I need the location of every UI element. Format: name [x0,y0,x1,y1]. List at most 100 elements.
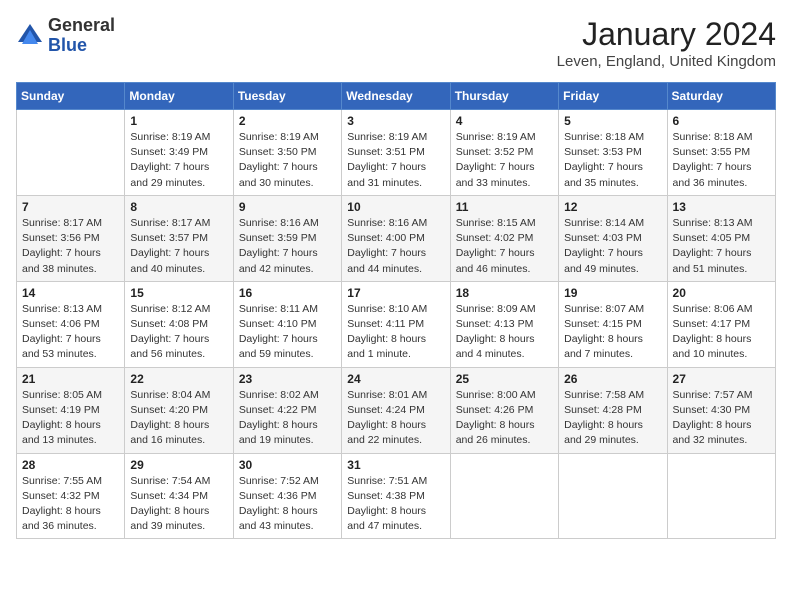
calendar-cell: 1Sunrise: 8:19 AM Sunset: 3:49 PM Daylig… [125,110,233,196]
day-number: 27 [673,372,770,386]
calendar-cell: 14 Sunrise: 8:13 AM Sunset: 4:06 PM Dayli… [17,281,125,367]
calendar-cell: 4 Sunrise: 8:19 AM Sunset: 3:52 PM Daylig… [450,110,558,196]
day-info: Sunrise: 8:17 AM Sunset: 3:56 PM Dayligh… [22,216,119,277]
day-number: 7 [22,200,119,214]
day-number: 22 [130,372,227,386]
calendar-cell: 25 Sunrise: 8:00 AM Sunset: 4:26 PM Dayli… [450,367,558,453]
day-info: Sunrise: 8:13 AM Sunset: 4:06 PM Dayligh… [22,302,119,363]
day-number: 29 [130,458,227,472]
day-number: 31 [347,458,444,472]
day-number: 9 [239,200,336,214]
day-info: Sunrise: 8:15 AM Sunset: 4:02 PM Dayligh… [456,216,553,277]
day-number: 24 [347,372,444,386]
day-info: Sunrise: 7:51 AM Sunset: 4:38 PM Dayligh… [347,474,444,535]
calendar-cell: 31 Sunrise: 7:51 AM Sunset: 4:38 PM Dayli… [342,453,450,539]
day-info: Sunrise: 8:16 AM Sunset: 4:00 PM Dayligh… [347,216,444,277]
logo: General Blue [16,16,115,56]
calendar-cell: 5Sunrise: 8:18 AM Sunset: 3:53 PM Daylig… [559,110,667,196]
day-number: 21 [22,372,119,386]
day-info: Sunrise: 7:54 AM Sunset: 4:34 PM Dayligh… [130,474,227,535]
logo-text: General Blue [48,16,115,56]
day-info: Sunrise: 8:00 AM Sunset: 4:26 PM Dayligh… [456,388,553,449]
calendar-cell: 29 Sunrise: 7:54 AM Sunset: 4:34 PM Dayli… [125,453,233,539]
day-number: 1 [130,114,227,128]
calendar-cell: 10 Sunrise: 8:16 AM Sunset: 4:00 PM Dayli… [342,195,450,281]
day-info: Sunrise: 7:55 AM Sunset: 4:32 PM Dayligh… [22,474,119,535]
day-info: Sunrise: 8:19 AM Sunset: 3:51 PM Dayligh… [347,130,444,191]
calendar-week-row: 28 Sunrise: 7:55 AM Sunset: 4:32 PM Dayli… [17,453,776,539]
calendar-cell: 19 Sunrise: 8:07 AM Sunset: 4:15 PM Dayli… [559,281,667,367]
day-info: Sunrise: 8:17 AM Sunset: 3:57 PM Dayligh… [130,216,227,277]
day-number: 8 [130,200,227,214]
day-number: 17 [347,286,444,300]
day-info: Sunrise: 7:58 AM Sunset: 4:28 PM Dayligh… [564,388,661,449]
day-info: Sunrise: 8:18 AM Sunset: 3:53 PM Dayligh… [564,130,661,191]
logo-blue: Blue [48,36,115,56]
day-info: Sunrise: 8:16 AM Sunset: 3:59 PM Dayligh… [239,216,336,277]
day-number: 14 [22,286,119,300]
calendar-header-row: SundayMondayTuesdayWednesdayThursdayFrid… [17,83,776,110]
calendar-cell: 30Sunrise: 7:52 AM Sunset: 4:36 PM Dayli… [233,453,341,539]
day-info: Sunrise: 7:57 AM Sunset: 4:30 PM Dayligh… [673,388,770,449]
calendar-day-header: Thursday [450,83,558,110]
logo-general: General [48,16,115,36]
day-number: 4 [456,114,553,128]
calendar-week-row: 14 Sunrise: 8:13 AM Sunset: 4:06 PM Dayli… [17,281,776,367]
day-number: 13 [673,200,770,214]
day-info: Sunrise: 8:06 AM Sunset: 4:17 PM Dayligh… [673,302,770,363]
day-info: Sunrise: 8:10 AM Sunset: 4:11 PM Dayligh… [347,302,444,363]
day-number: 16 [239,286,336,300]
day-info: Sunrise: 8:11 AM Sunset: 4:10 PM Dayligh… [239,302,336,363]
calendar-cell [450,453,558,539]
day-number: 20 [673,286,770,300]
calendar-cell: 18 Sunrise: 8:09 AM Sunset: 4:13 PM Dayli… [450,281,558,367]
calendar-cell: 16 Sunrise: 8:11 AM Sunset: 4:10 PM Dayli… [233,281,341,367]
day-number: 25 [456,372,553,386]
day-number: 26 [564,372,661,386]
day-info: Sunrise: 8:19 AM Sunset: 3:50 PM Dayligh… [239,130,336,191]
day-number: 19 [564,286,661,300]
calendar-week-row: 7 Sunrise: 8:17 AM Sunset: 3:56 PM Daylig… [17,195,776,281]
calendar-cell: 24 Sunrise: 8:01 AM Sunset: 4:24 PM Dayli… [342,367,450,453]
day-number: 28 [22,458,119,472]
day-info: Sunrise: 8:07 AM Sunset: 4:15 PM Dayligh… [564,302,661,363]
calendar-cell: 6 Sunrise: 8:18 AM Sunset: 3:55 PM Daylig… [667,110,775,196]
page-header: General Blue January 2024 Leven, England… [16,16,776,70]
day-number: 15 [130,286,227,300]
calendar-cell: 13 Sunrise: 8:13 AM Sunset: 4:05 PM Dayli… [667,195,775,281]
calendar-cell: 8 Sunrise: 8:17 AM Sunset: 3:57 PM Daylig… [125,195,233,281]
day-info: Sunrise: 8:09 AM Sunset: 4:13 PM Dayligh… [456,302,553,363]
calendar-cell: 12Sunrise: 8:14 AM Sunset: 4:03 PM Dayli… [559,195,667,281]
calendar-week-row: 21Sunrise: 8:05 AM Sunset: 4:19 PM Dayli… [17,367,776,453]
day-info: Sunrise: 8:02 AM Sunset: 4:22 PM Dayligh… [239,388,336,449]
day-info: Sunrise: 8:01 AM Sunset: 4:24 PM Dayligh… [347,388,444,449]
calendar-day-header: Saturday [667,83,775,110]
logo-icon [16,22,44,50]
calendar-day-header: Wednesday [342,83,450,110]
day-number: 30 [239,458,336,472]
day-info: Sunrise: 8:18 AM Sunset: 3:55 PM Dayligh… [673,130,770,191]
calendar-cell [667,453,775,539]
day-info: Sunrise: 8:13 AM Sunset: 4:05 PM Dayligh… [673,216,770,277]
day-number: 10 [347,200,444,214]
calendar-day-header: Sunday [17,83,125,110]
calendar-cell: 9 Sunrise: 8:16 AM Sunset: 3:59 PM Daylig… [233,195,341,281]
title-block: January 2024 Leven, England, United King… [557,16,776,70]
calendar-cell: 2Sunrise: 8:19 AM Sunset: 3:50 PM Daylig… [233,110,341,196]
calendar-cell: 27 Sunrise: 7:57 AM Sunset: 4:30 PM Dayli… [667,367,775,453]
calendar-table: SundayMondayTuesdayWednesdayThursdayFrid… [16,82,776,539]
calendar-week-row: 1Sunrise: 8:19 AM Sunset: 3:49 PM Daylig… [17,110,776,196]
month-title: January 2024 [557,16,776,53]
calendar-cell: 15 Sunrise: 8:12 AM Sunset: 4:08 PM Dayli… [125,281,233,367]
day-number: 23 [239,372,336,386]
calendar-cell: 28 Sunrise: 7:55 AM Sunset: 4:32 PM Dayli… [17,453,125,539]
day-info: Sunrise: 8:19 AM Sunset: 3:52 PM Dayligh… [456,130,553,191]
calendar-cell [17,110,125,196]
calendar-cell: 7 Sunrise: 8:17 AM Sunset: 3:56 PM Daylig… [17,195,125,281]
day-number: 18 [456,286,553,300]
day-number: 6 [673,114,770,128]
calendar-day-header: Friday [559,83,667,110]
calendar-cell: 22Sunrise: 8:04 AM Sunset: 4:20 PM Dayli… [125,367,233,453]
calendar-day-header: Tuesday [233,83,341,110]
day-info: Sunrise: 8:12 AM Sunset: 4:08 PM Dayligh… [130,302,227,363]
